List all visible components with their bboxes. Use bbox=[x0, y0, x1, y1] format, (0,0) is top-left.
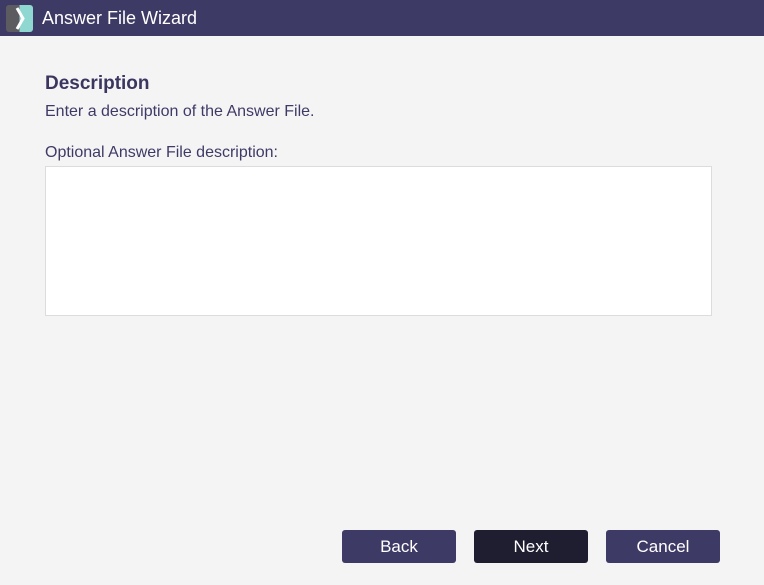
next-button[interactable]: Next bbox=[474, 530, 588, 563]
window-title: Answer File Wizard bbox=[42, 8, 198, 28]
page-instruction: Enter a description of the Answer File. bbox=[45, 103, 315, 120]
cancel-button[interactable]: Cancel bbox=[606, 530, 720, 563]
description-label: Optional Answer File description: bbox=[45, 144, 278, 161]
title-bar: Answer File Wizard bbox=[0, 0, 764, 36]
description-textarea[interactable] bbox=[45, 166, 712, 316]
back-button[interactable]: Back bbox=[342, 530, 456, 563]
page-heading: Description bbox=[45, 73, 150, 94]
chevron-logo-icon bbox=[6, 5, 33, 32]
